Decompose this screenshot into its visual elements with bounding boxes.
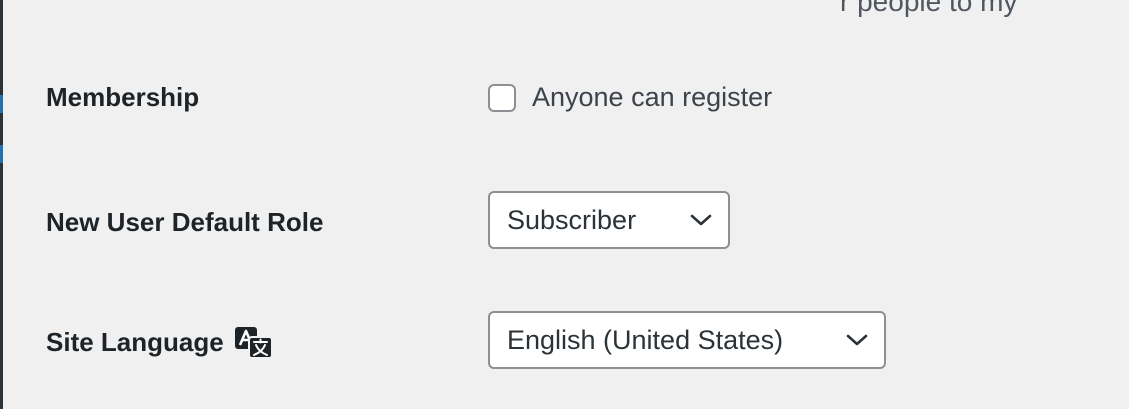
site-language-label-group: Site Language [46,325,274,359]
site-language-select[interactable]: English (United States) [488,311,886,369]
membership-row: Membership Anyone can register [46,80,1129,120]
previous-row-description: r people to my [840,0,1018,17]
sidebar-active-indicator [0,95,3,113]
sidebar-active-indicator [0,145,3,163]
site-language-label: Site Language [46,326,224,357]
default-role-row: New User Default Role Subscriber [46,191,1129,251]
default-role-select[interactable]: Subscriber [488,191,730,249]
admin-sidebar-edge [0,0,3,409]
site-language-row: Site Language English (United States) [46,311,1129,371]
anyone-can-register-option[interactable]: Anyone can register [488,82,772,113]
anyone-can-register-checkbox[interactable] [488,83,516,112]
chevron-down-icon [690,213,712,227]
anyone-can-register-label[interactable]: Anyone can register [532,82,772,113]
site-language-value: English (United States) [507,324,784,355]
default-role-value: Subscriber [507,204,637,235]
membership-label: Membership [46,82,200,112]
translation-icon [234,325,274,359]
chevron-down-icon [846,333,868,347]
default-role-label: New User Default Role [46,207,324,237]
